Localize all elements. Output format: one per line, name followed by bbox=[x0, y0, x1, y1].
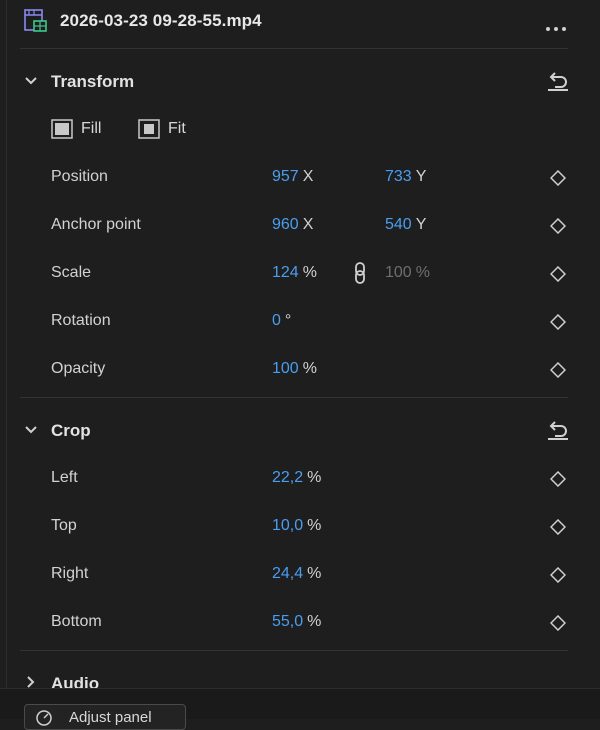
divider bbox=[20, 48, 568, 49]
crop-right-label: Right bbox=[51, 565, 89, 582]
position-y-field[interactable]: 733 Y bbox=[385, 168, 426, 186]
video-file-icon bbox=[24, 9, 47, 32]
crop-bottom-label: Bottom bbox=[51, 613, 102, 630]
fit-button[interactable]: Fit bbox=[138, 112, 186, 146]
reset-icon[interactable] bbox=[546, 419, 570, 441]
keyframe-diamond-icon[interactable] bbox=[550, 218, 566, 234]
scale-width-field[interactable]: 124% bbox=[272, 264, 317, 282]
fill-label: Fill bbox=[81, 120, 102, 137]
position-label: Position bbox=[51, 168, 108, 185]
anchor-point-row: Anchor point 960 X 540 Y bbox=[0, 210, 600, 242]
crop-top-label: Top bbox=[51, 517, 77, 534]
adjust-panel-button[interactable]: Adjust panel bbox=[24, 704, 186, 730]
scale-row: Scale 124% 100% bbox=[0, 258, 600, 290]
rotation-row: Rotation 0 ° bbox=[0, 306, 600, 338]
crop-right-row: Right 24,4% bbox=[0, 559, 600, 591]
chevron-down-icon[interactable] bbox=[24, 74, 38, 88]
crop-right-field[interactable]: 24,4% bbox=[272, 565, 321, 583]
fill-button[interactable]: Fill bbox=[51, 112, 101, 146]
anchor-x-field[interactable]: 960 X bbox=[272, 216, 313, 234]
reset-icon[interactable] bbox=[546, 70, 570, 92]
crop-left-row: Left 22,2% bbox=[0, 463, 600, 495]
opacity-label: Opacity bbox=[51, 360, 106, 377]
more-horizontal-icon[interactable] bbox=[546, 18, 570, 31]
keyframe-diamond-icon[interactable] bbox=[550, 266, 566, 282]
properties-panel: 2026-03-23 09-28-55.mp4 Transform Fill F… bbox=[0, 0, 600, 730]
anchor-point-label: Anchor point bbox=[51, 216, 141, 233]
keyframe-diamond-icon[interactable] bbox=[550, 519, 566, 535]
crop-title: Crop bbox=[51, 421, 91, 440]
crop-left-label: Left bbox=[51, 469, 78, 486]
fit-icon bbox=[138, 119, 160, 139]
divider bbox=[20, 397, 568, 398]
chevron-down-icon[interactable] bbox=[24, 423, 38, 437]
keyframe-diamond-icon[interactable] bbox=[550, 314, 566, 330]
position-x-field[interactable]: 957 X bbox=[272, 168, 313, 186]
adjust-icon bbox=[36, 710, 52, 726]
anchor-y-field[interactable]: 540 Y bbox=[385, 216, 426, 234]
position-row: Position 957 X 733 Y bbox=[0, 162, 600, 194]
link-icon[interactable] bbox=[352, 262, 368, 284]
clip-name: 2026-03-23 09-28-55.mp4 bbox=[60, 11, 262, 30]
keyframe-diamond-icon[interactable] bbox=[550, 362, 566, 378]
fit-fill-toggle: Fill Fit bbox=[0, 112, 600, 146]
rotation-label: Rotation bbox=[51, 312, 111, 329]
keyframe-diamond-icon[interactable] bbox=[550, 567, 566, 583]
rotation-field[interactable]: 0 ° bbox=[272, 312, 291, 330]
crop-section-header[interactable]: Crop bbox=[0, 415, 600, 445]
scale-label: Scale bbox=[51, 264, 92, 281]
crop-top-row: Top 10,0% bbox=[0, 511, 600, 543]
opacity-row: Opacity 100% bbox=[0, 354, 600, 386]
keyframe-diamond-icon[interactable] bbox=[550, 615, 566, 631]
keyframe-diamond-icon[interactable] bbox=[550, 170, 566, 186]
crop-bottom-field[interactable]: 55,0% bbox=[272, 613, 321, 631]
keyframe-diamond-icon[interactable] bbox=[550, 471, 566, 487]
transform-title: Transform bbox=[51, 72, 135, 91]
fit-label: Fit bbox=[168, 120, 186, 137]
divider bbox=[20, 650, 568, 651]
crop-top-field[interactable]: 10,0% bbox=[272, 517, 321, 535]
fill-icon bbox=[51, 119, 73, 139]
crop-left-field[interactable]: 22,2% bbox=[272, 469, 321, 487]
transform-section-header[interactable]: Transform bbox=[0, 66, 600, 96]
crop-bottom-row: Bottom 55,0% bbox=[0, 607, 600, 639]
opacity-field[interactable]: 100% bbox=[272, 360, 317, 378]
chevron-right-icon[interactable] bbox=[24, 675, 38, 689]
clip-header: 2026-03-23 09-28-55.mp4 bbox=[0, 0, 600, 48]
scale-height-field: 100% bbox=[385, 264, 430, 281]
